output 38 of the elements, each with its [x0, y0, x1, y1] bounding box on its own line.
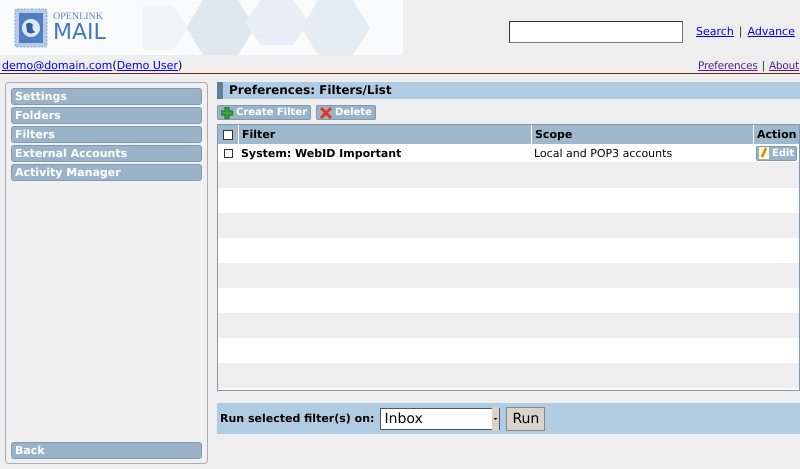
sidebar-item[interactable]: Activity Manager [11, 164, 202, 181]
parenthesis: ( [112, 59, 117, 72]
row-checkbox[interactable] [224, 148, 232, 158]
folder-dropdown[interactable]: Inbox [380, 408, 500, 430]
back-button[interactable]: Back [11, 442, 202, 459]
pencil-icon [759, 147, 769, 159]
scope-cell-text: Local and POP3 accounts [533, 146, 674, 160]
user-email-link[interactable]: demo@domain.com [2, 59, 112, 72]
run-label: Run selected filter(s) on: [220, 412, 374, 425]
logo-title: MAIL [53, 22, 106, 44]
column-header: Filter [238, 125, 531, 144]
stamp-globe-icon [14, 8, 48, 48]
search-link[interactable]: Search [696, 25, 734, 38]
plus-icon [221, 106, 233, 118]
link-separator: | [738, 25, 743, 38]
nav-link[interactable]: Preferences [698, 60, 758, 72]
close-icon [320, 106, 332, 118]
sidebar-item[interactable]: External Accounts [11, 145, 202, 162]
page-title: Preferences: Filters/List [217, 82, 800, 99]
run-button[interactable]: Run [506, 406, 546, 430]
filter-name: System: WebID Important [240, 146, 402, 160]
column-header: Action [753, 125, 799, 144]
delete-button[interactable]: Delete [316, 105, 376, 120]
logo-subtitle: OPENLINK [53, 12, 104, 22]
sidebar-item[interactable]: Settings [11, 88, 202, 105]
caret-icon [492, 406, 500, 430]
create-filter-button[interactable]: Create Filter [217, 105, 312, 120]
user-name-link[interactable]: Demo User [116, 59, 178, 72]
select-all-checkbox[interactable] [223, 130, 233, 140]
search-field[interactable] [509, 20, 683, 42]
column-header: Scope [531, 125, 753, 144]
search-link[interactable]: Advance [748, 25, 795, 38]
nav-link[interactable]: About [768, 60, 799, 72]
link-separator: | [762, 60, 765, 72]
sidebar-item[interactable]: Folders [11, 107, 202, 124]
parenthesis: ) [178, 59, 182, 72]
edit-button[interactable]: Edit [756, 146, 798, 160]
sidebar-item[interactable]: Filters [11, 126, 202, 143]
